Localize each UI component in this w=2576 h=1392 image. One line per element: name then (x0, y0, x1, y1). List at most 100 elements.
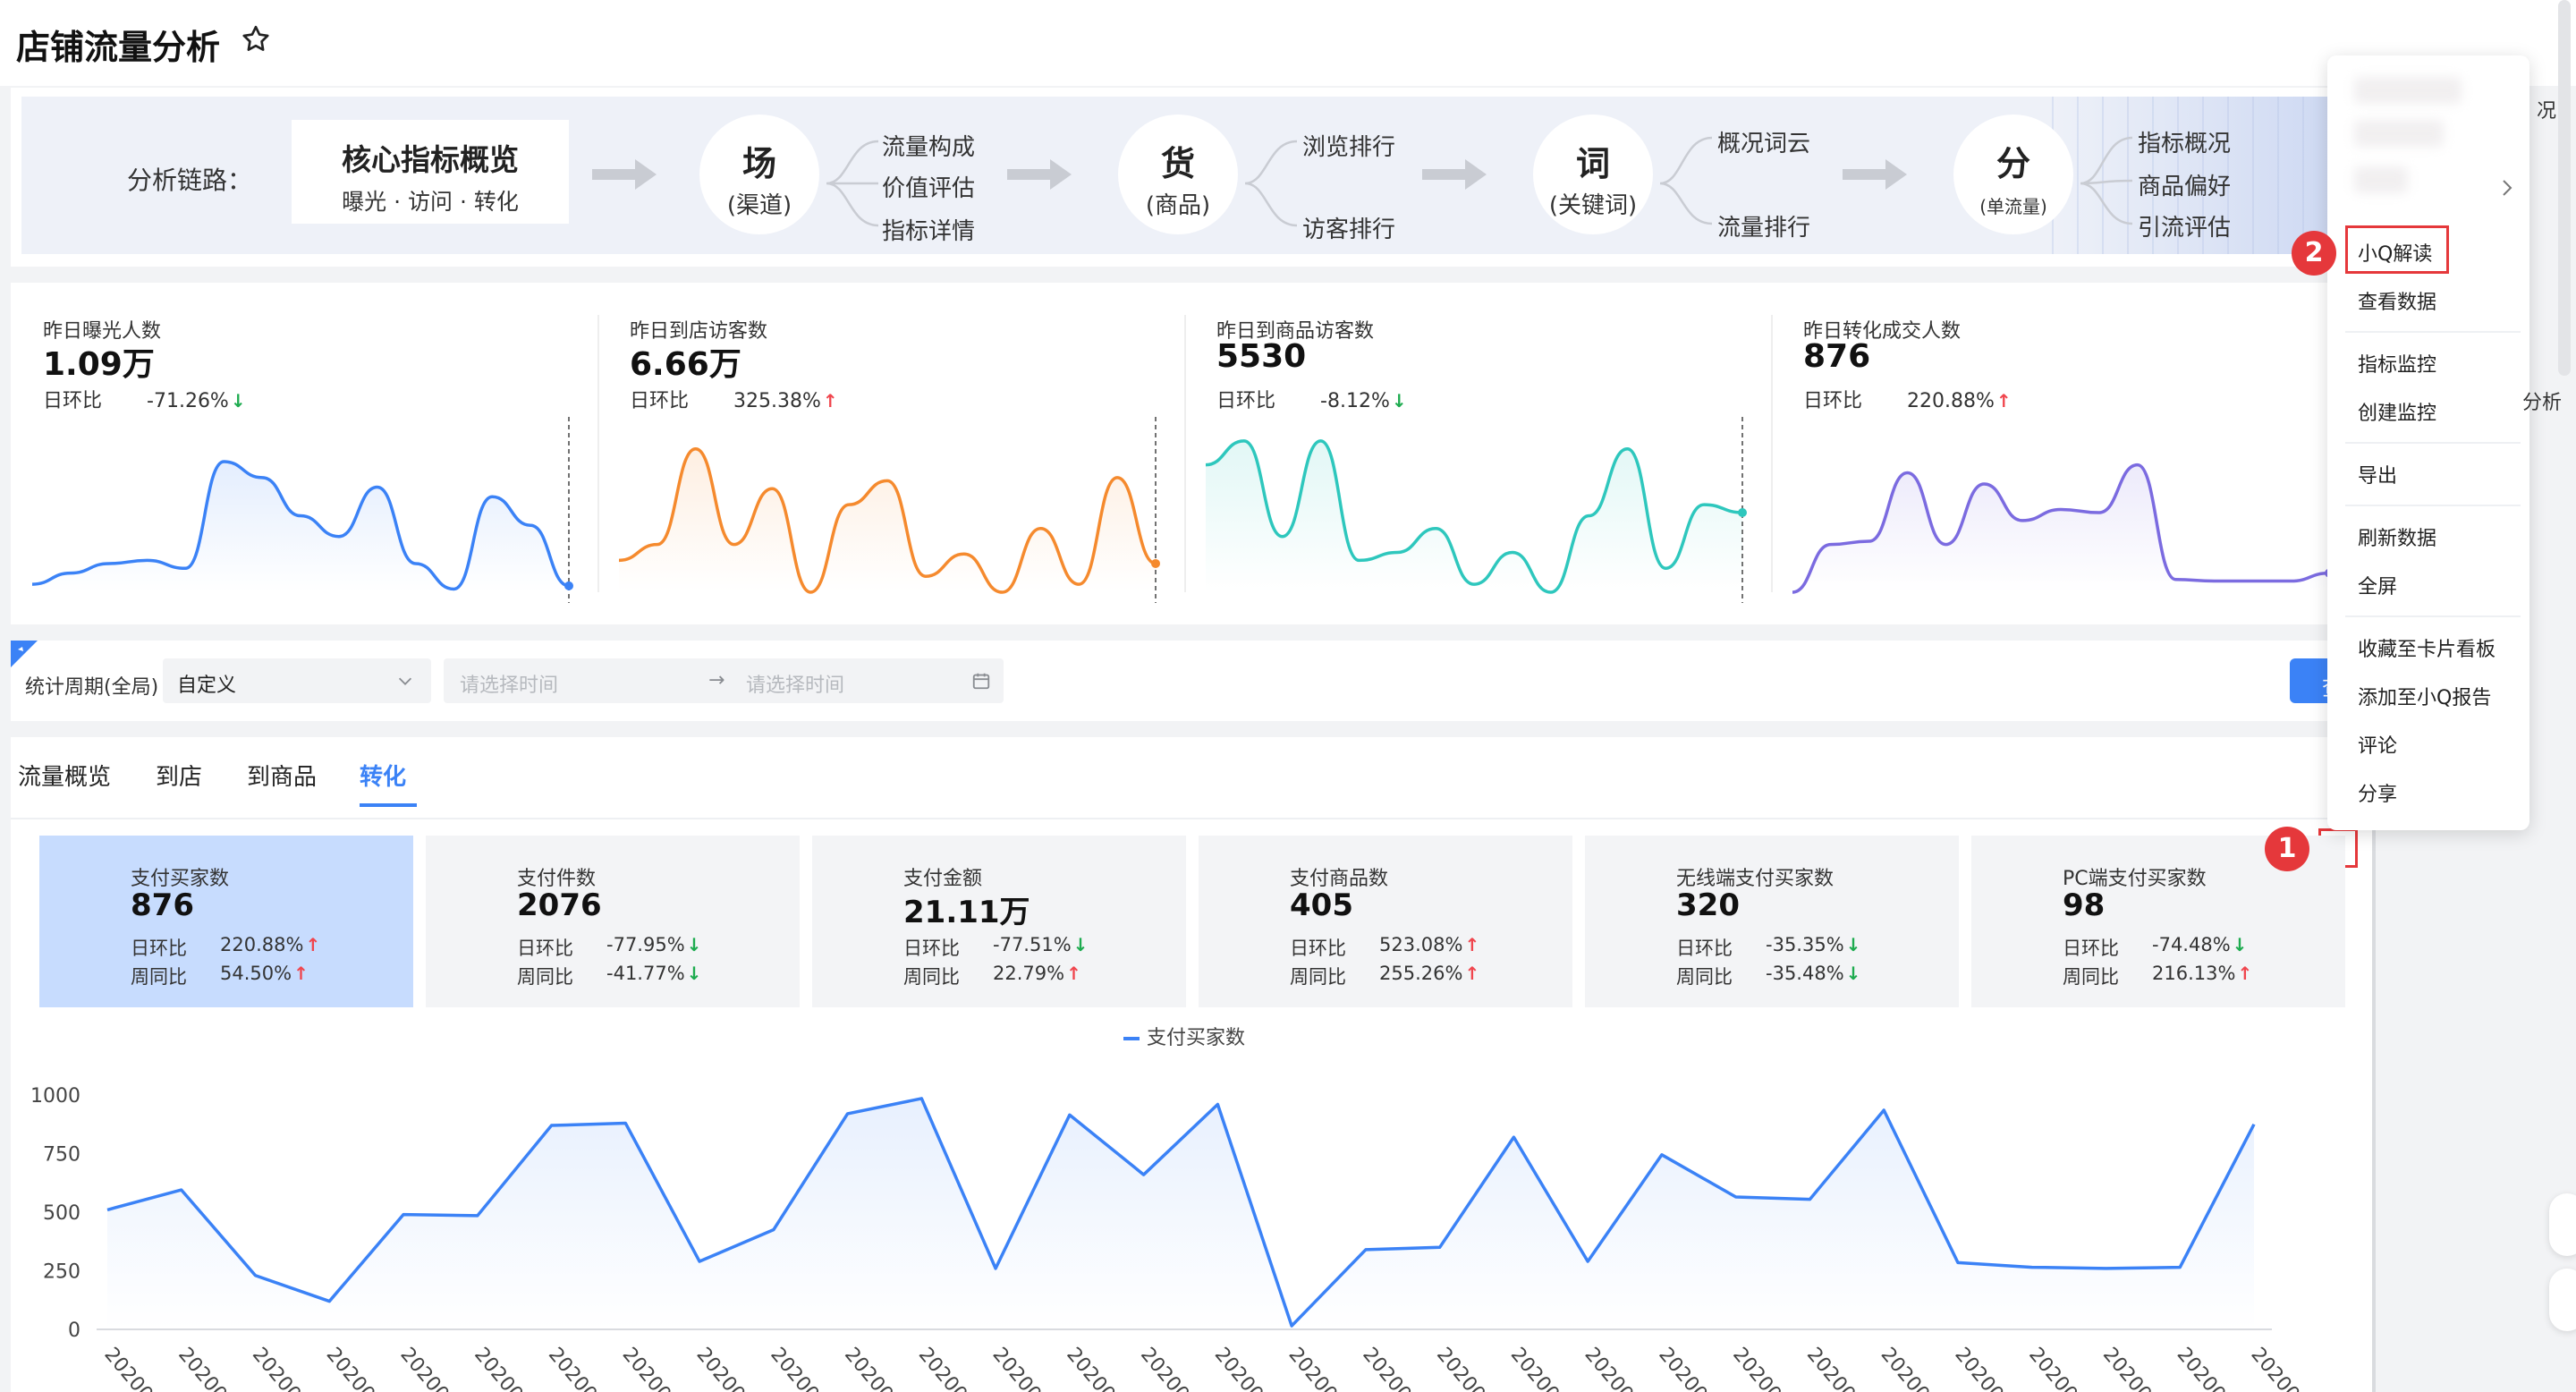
day-label: 日环比 (1676, 938, 1733, 959)
chain-arrow-icon (1007, 159, 1072, 190)
sparkline-chart (1792, 417, 2334, 603)
kpi-value: 21.11万 (903, 895, 1030, 930)
kpi-week-compare: 周同比 255.26% ↑ (1290, 963, 1479, 989)
y-tick-label: 500 (43, 1202, 80, 1225)
metric-card[interactable]: 昨日转化成交人数 876 日环比 220.88% ↑ (1771, 283, 2358, 624)
chain-node-single-flow[interactable]: 分 (单流量) (1953, 115, 2073, 234)
analysis-chain: 分析链路： 核心指标概览 曝光 · 访问 · 转化 场 (渠道) 流量构成 价值… (21, 97, 2356, 254)
week-value: -41.77% (606, 963, 685, 984)
x-tick-label: 20200 (840, 1344, 897, 1392)
menu-item-export[interactable]: 导出 (2358, 460, 2397, 488)
x-tick-label: 20200 (544, 1344, 601, 1392)
step-badge-1: 1 (2265, 827, 2309, 871)
grid-float-button[interactable] (2549, 1269, 2576, 1331)
branch-connector (2080, 136, 2133, 225)
x-tick-label: 20200 (1654, 1344, 1711, 1392)
arrow-down-icon: ↓ (2232, 934, 2248, 955)
menu-item-fullscreen[interactable]: 全屏 (2358, 571, 2397, 599)
assistant-float-button[interactable] (2549, 1193, 2576, 1256)
branch-item[interactable]: 商品偏好 (2138, 168, 2231, 201)
metric-value: 6.66万 (630, 346, 741, 383)
x-tick-label: 20200 (395, 1344, 453, 1392)
kpi-card[interactable]: 支付件数 2076 日环比 -77.95% ↓ 周同比 -41.77% ↓ (426, 836, 800, 1007)
start-date-input[interactable]: 请选择时间 (460, 669, 558, 698)
branch-item[interactable]: 流量排行 (1717, 209, 1810, 242)
metric-compare: 日环比 325.38% ↑ (630, 385, 838, 413)
x-tick-label: 20200 (1358, 1344, 1415, 1392)
sparkline-chart (31, 417, 573, 603)
x-tick-label: 20200 (766, 1344, 823, 1392)
kpi-value: 98 (2063, 887, 2106, 923)
chevron-right-icon[interactable] (2499, 177, 2515, 199)
chain-node-goods[interactable]: 货 (商品) (1118, 115, 1238, 234)
branch-item[interactable]: 价值评估 (882, 170, 975, 203)
arrow-up-icon: ↑ (1464, 963, 1480, 984)
branch-item[interactable]: 引流评估 (2138, 209, 2231, 242)
end-date-input[interactable]: 请选择时间 (746, 669, 844, 698)
kpi-card[interactable]: 无线端支付买家数 320 日环比 -35.35% ↓ 周同比 -35.48% ↓ (1585, 836, 1959, 1007)
y-tick-label: 250 (43, 1261, 80, 1284)
branch-item[interactable]: 概况词云 (1717, 125, 1810, 158)
kpi-day-compare: 日环比 -77.95% ↓ (517, 934, 701, 961)
x-tick-label: 20200 (2173, 1344, 2230, 1392)
chevron-down-icon (398, 677, 412, 685)
blurred-content (2354, 120, 2444, 147)
core-metrics-node[interactable]: 核心指标概览 曝光 · 访问 · 转化 (292, 120, 569, 224)
week-value: -35.48% (1766, 963, 1844, 984)
metric-card[interactable]: 昨日到商品访客数 5530 日环比 -8.12% ↓ (1184, 283, 1771, 624)
menu-item-add-to-report[interactable]: 添加至小Q报告 (2358, 682, 2491, 710)
more-options-menu: 小Q解读 查看数据 指标监控 创建监控 导出 刷新数据 全屏 收藏至卡片看板 添… (2327, 55, 2529, 830)
date-range-picker[interactable]: 请选择时间 → 请选择时间 (444, 658, 1004, 703)
compare-label: 日环比 (1216, 390, 1276, 412)
menu-item-view-data[interactable]: 查看数据 (2358, 286, 2436, 315)
chain-node-keyword[interactable]: 词 (关键词) (1533, 115, 1653, 234)
kpi-day-compare: 日环比 -77.51% ↓ (903, 934, 1088, 961)
week-label: 周同比 (517, 966, 573, 988)
menu-item-xiaoq-interpret[interactable]: 小Q解读 (2358, 238, 2432, 267)
branch-item[interactable]: 浏览排行 (1302, 129, 1395, 162)
branch-item[interactable]: 指标概况 (2138, 125, 2231, 158)
tab-conversion[interactable]: 转化 (360, 759, 406, 792)
star-outline-icon[interactable] (240, 23, 272, 55)
period-select[interactable]: 自定义 (163, 658, 431, 703)
kpi-card[interactable]: 支付商品数 405 日环比 523.08% ↑ 周同比 255.26% ↑ (1199, 836, 1572, 1007)
sparkline-area (32, 462, 569, 592)
node-main: 货 (1160, 144, 1195, 183)
chain-node-channel[interactable]: 场 (渠道) (699, 115, 819, 234)
x-tick-label: 20200 (1284, 1344, 1342, 1392)
menu-item-save-to-board[interactable]: 收藏至卡片看板 (2358, 633, 2496, 662)
branch-connector (1245, 140, 1298, 227)
menu-item-create-monitor[interactable]: 创建监控 (2358, 397, 2436, 426)
branch-item[interactable]: 流量构成 (882, 129, 975, 162)
kpi-card[interactable]: 支付买家数 876 日环比 220.88% ↑ 周同比 54.50% ↑ (39, 836, 413, 1007)
x-tick-label: 20200 (618, 1344, 675, 1392)
branch-item[interactable]: 指标详情 (882, 213, 975, 246)
sparkline-point (1151, 558, 1160, 568)
arrow-up-icon: ↑ (822, 390, 838, 412)
kpi-card[interactable]: 支付金额 21.11万 日环比 -77.51% ↓ 周同比 22.79% ↑ (812, 836, 1186, 1007)
metric-card[interactable]: 昨日到店访客数 6.66万 日环比 325.38% ↑ (597, 283, 1184, 624)
menu-separator (2345, 442, 2521, 444)
tab-to-goods[interactable]: 到商品 (247, 759, 317, 792)
week-value: 54.50% (220, 963, 292, 984)
compare-label: 日环比 (1803, 390, 1863, 412)
week-label: 周同比 (1676, 966, 1733, 988)
x-tick-label: 20200 (470, 1344, 527, 1392)
day-value: -35.35% (1766, 934, 1844, 955)
tab-to-store[interactable]: 到店 (156, 759, 202, 792)
branch-connector (826, 140, 879, 227)
metric-card[interactable]: 昨日曝光人数 1.09万 日环比 -71.26% ↓ (11, 283, 597, 624)
page-scrollbar[interactable] (2558, 0, 2571, 376)
blurred-content (2354, 166, 2408, 193)
menu-item-refresh[interactable]: 刷新数据 (2358, 522, 2436, 551)
menu-item-metric-monitor[interactable]: 指标监控 (2358, 349, 2436, 378)
menu-item-share[interactable]: 分享 (2358, 778, 2397, 807)
step-badge-2: 2 (2292, 231, 2336, 276)
page-title: 店铺流量分析 (16, 28, 221, 67)
tab-traffic-overview[interactable]: 流量概览 (18, 759, 111, 792)
kpi-week-compare: 周同比 -35.48% ↓ (1676, 963, 1860, 989)
menu-item-comment[interactable]: 评论 (2358, 730, 2397, 759)
arrow-down-icon: ↓ (1845, 963, 1861, 984)
branch-item[interactable]: 访客排行 (1302, 211, 1395, 244)
scrollbar[interactable] (2372, 827, 2376, 1392)
